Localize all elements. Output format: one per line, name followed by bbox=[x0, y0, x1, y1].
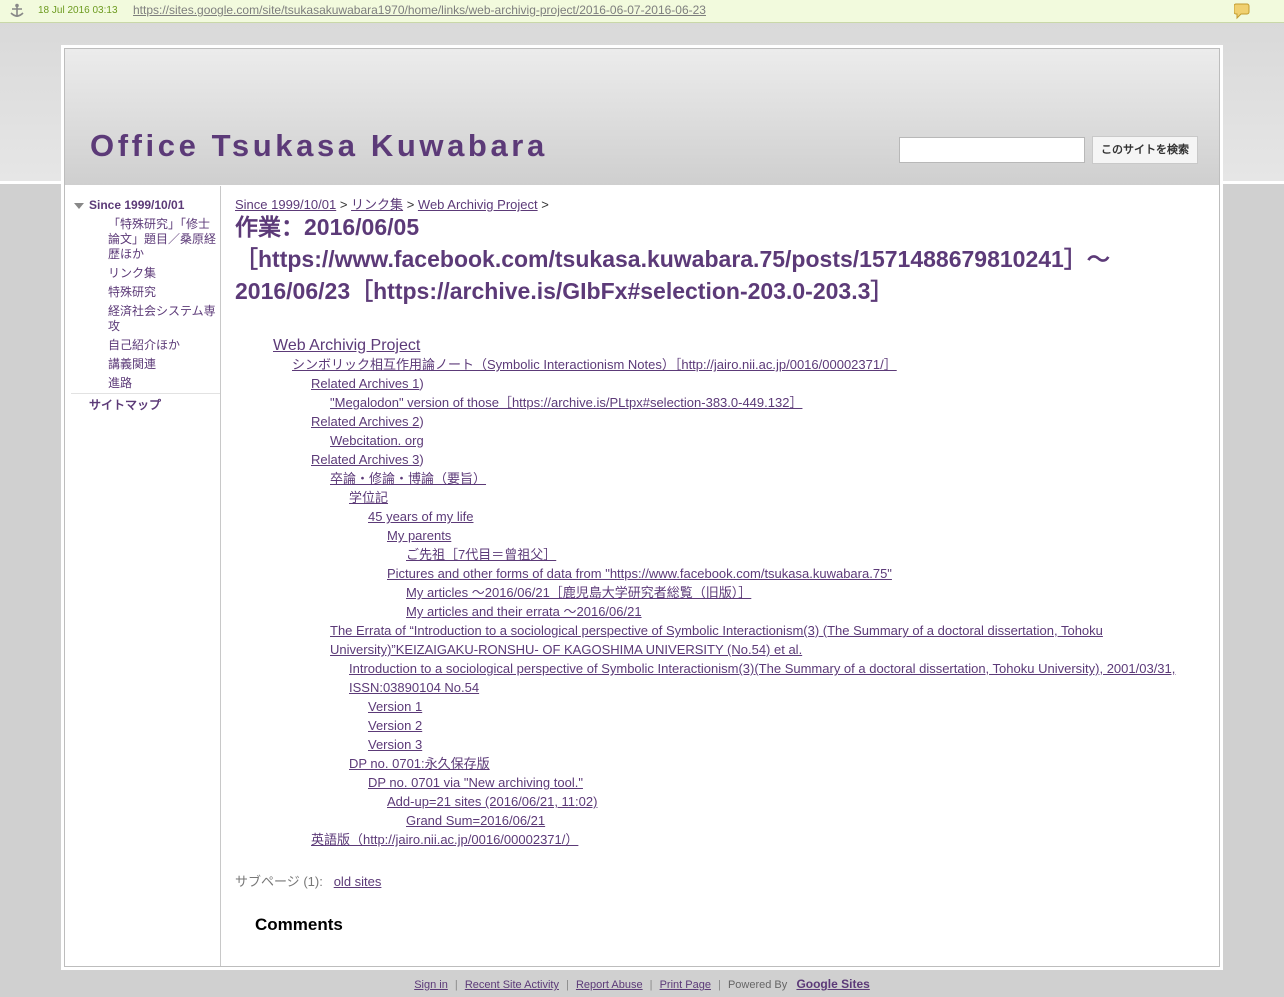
footer-report-abuse-link[interactable]: Report Abuse bbox=[576, 979, 643, 991]
tree-item-related-3: Related Archives 3) bbox=[311, 450, 424, 469]
sidebar-item-lectures[interactable]: 講義関連 bbox=[108, 357, 218, 372]
tree-link-articles-errata[interactable]: My articles and their errata ～2016/06/21 bbox=[406, 602, 642, 621]
sidebar-item-economic-systems[interactable]: 経済社会システム専攻 bbox=[108, 304, 218, 334]
sidebar-divider bbox=[71, 393, 220, 394]
site-footer: Sign in | Recent Site Activity | Report … bbox=[0, 977, 1284, 991]
footer-separator: | bbox=[454, 979, 458, 991]
tree-link-version-1[interactable]: Version 1 bbox=[368, 697, 422, 716]
sidebar-sitemap-link[interactable]: サイトマップ bbox=[89, 396, 161, 413]
site-search-input[interactable] bbox=[899, 137, 1085, 163]
tree-link-introduction[interactable]: Introduction to a sociological perspecti… bbox=[349, 659, 1204, 697]
breadcrumb-links[interactable]: リンク集 bbox=[351, 197, 403, 212]
tree-paren: ) bbox=[419, 376, 424, 391]
breadcrumb-web-archiving[interactable]: Web Archivig Project bbox=[418, 197, 538, 212]
tree-link-errata[interactable]: The Errata of “Introduction to a sociolo… bbox=[330, 621, 1170, 659]
sidebar-item-profile[interactable]: 「特殊研究」「修士論文」題目／桑原経歴ほか bbox=[108, 217, 218, 262]
tree-link-webcitation[interactable]: Webcitation. org bbox=[330, 431, 424, 450]
footer-google-sites-link[interactable]: Google Sites bbox=[796, 977, 869, 991]
main-content: Since 1999/10/01 > リンク集 > Web Archivig P… bbox=[235, 186, 1210, 966]
tree-link-grand-sum[interactable]: Grand Sum=2016/06/21 bbox=[406, 811, 545, 830]
sidebar-item-links[interactable]: リンク集 bbox=[108, 266, 218, 281]
archive-date: 18 Jul 2016 03:13 bbox=[38, 5, 118, 16]
archive-toolbar: 18 Jul 2016 03:13 https://sites.google.c… bbox=[0, 0, 1284, 23]
subpages-label: サブページ (1): bbox=[235, 874, 323, 889]
anchor-icon[interactable] bbox=[9, 3, 25, 24]
tree-link-symbolic-notes[interactable]: シンボリック相互作用論ノート（Symbolic Interactionism N… bbox=[292, 355, 897, 374]
tree-paren: ) bbox=[419, 414, 424, 429]
comments-heading: Comments bbox=[255, 915, 343, 934]
sidebar-item-special-research[interactable]: 特殊研究 bbox=[108, 285, 218, 300]
footer-separator: | bbox=[649, 979, 653, 991]
tree-link-ancestors[interactable]: ご先祖［7代目＝曾祖父］ bbox=[406, 545, 556, 564]
tree-root-link[interactable]: Web Archivig Project bbox=[273, 336, 420, 356]
tree-item-related-2: Related Archives 2) bbox=[311, 412, 424, 431]
sidebar-item-career[interactable]: 進路 bbox=[108, 376, 218, 391]
breadcrumb-separator: > bbox=[339, 197, 348, 212]
tree-link-version-2[interactable]: Version 2 bbox=[368, 716, 422, 735]
footer-print-page-link[interactable]: Print Page bbox=[660, 979, 711, 991]
collapse-triangle-icon[interactable] bbox=[74, 203, 84, 209]
footer-powered-by: Powered By bbox=[727, 979, 788, 991]
footer-separator: | bbox=[718, 979, 721, 991]
tree-link-megalodon[interactable]: "Megalodon" version of those［https://arc… bbox=[330, 393, 802, 412]
sidebar-root-link[interactable]: Since 1999/10/01 bbox=[89, 198, 184, 212]
tree-link-related-3[interactable]: Related Archives 3 bbox=[311, 452, 419, 467]
sidebar-navigation: Since 1999/10/01 「特殊研究」「修士論文」題目／桑原経歴ほか リ… bbox=[65, 186, 221, 966]
site-header bbox=[65, 49, 1219, 185]
tree-link-my-parents[interactable]: My parents bbox=[387, 526, 451, 545]
site-search-button[interactable]: このサイトを検索 bbox=[1092, 136, 1198, 164]
tree-link-version-3[interactable]: Version 3 bbox=[368, 735, 422, 754]
tree-paren: ) bbox=[419, 452, 424, 467]
archive-url-link[interactable]: https://sites.google.com/site/tsukasakuw… bbox=[133, 3, 706, 17]
breadcrumb-separator: > bbox=[541, 197, 549, 212]
tree-link-dp-0701[interactable]: DP no. 0701:永久保存版 bbox=[349, 754, 490, 773]
page-title: 作業：2016/06/05［https://www.facebook.com/t… bbox=[235, 214, 1110, 304]
footer-separator: | bbox=[566, 979, 569, 991]
tree-item-related-1: Related Archives 1) bbox=[311, 374, 424, 393]
breadcrumb-home[interactable]: Since 1999/10/01 bbox=[235, 197, 336, 212]
footer-recent-activity-link[interactable]: Recent Site Activity bbox=[465, 979, 559, 991]
tree-link-dp-new-tool[interactable]: DP no. 0701 via "New archiving tool." bbox=[368, 773, 583, 792]
subpage-old-sites-link[interactable]: old sites bbox=[334, 874, 382, 889]
tree-link-theses[interactable]: 卒論・修論・博論（要旨） bbox=[330, 469, 486, 488]
tree-link-english-version[interactable]: 英語版（http://jairo.nii.ac.jp/0016/00002371… bbox=[311, 830, 578, 849]
tree-link-add-up[interactable]: Add-up=21 sites (2016/06/21, 11:02) bbox=[387, 792, 597, 811]
tree-link-my-articles[interactable]: My articles ～2016/06/21［鹿児島大学研究者総覧（旧版）］ bbox=[406, 583, 751, 602]
subpages: サブページ (1): old sites bbox=[235, 871, 381, 890]
speech-bubble-icon[interactable] bbox=[1233, 2, 1250, 25]
site-title[interactable]: Office Tsukasa Kuwabara bbox=[90, 128, 548, 164]
tree-link-diploma[interactable]: 学位記 bbox=[349, 488, 388, 507]
tree-link-related-1[interactable]: Related Archives 1 bbox=[311, 376, 419, 391]
footer-sign-in-link[interactable]: Sign in bbox=[414, 979, 448, 991]
tree-link-pictures[interactable]: Pictures and other forms of data from "h… bbox=[387, 564, 892, 583]
tree-link-related-2[interactable]: Related Archives 2 bbox=[311, 414, 419, 429]
tree-link-45-years[interactable]: 45 years of my life bbox=[368, 507, 474, 526]
breadcrumb-separator: > bbox=[406, 197, 415, 212]
sidebar-item-self-introduction[interactable]: 自己紹介ほか bbox=[108, 338, 218, 353]
